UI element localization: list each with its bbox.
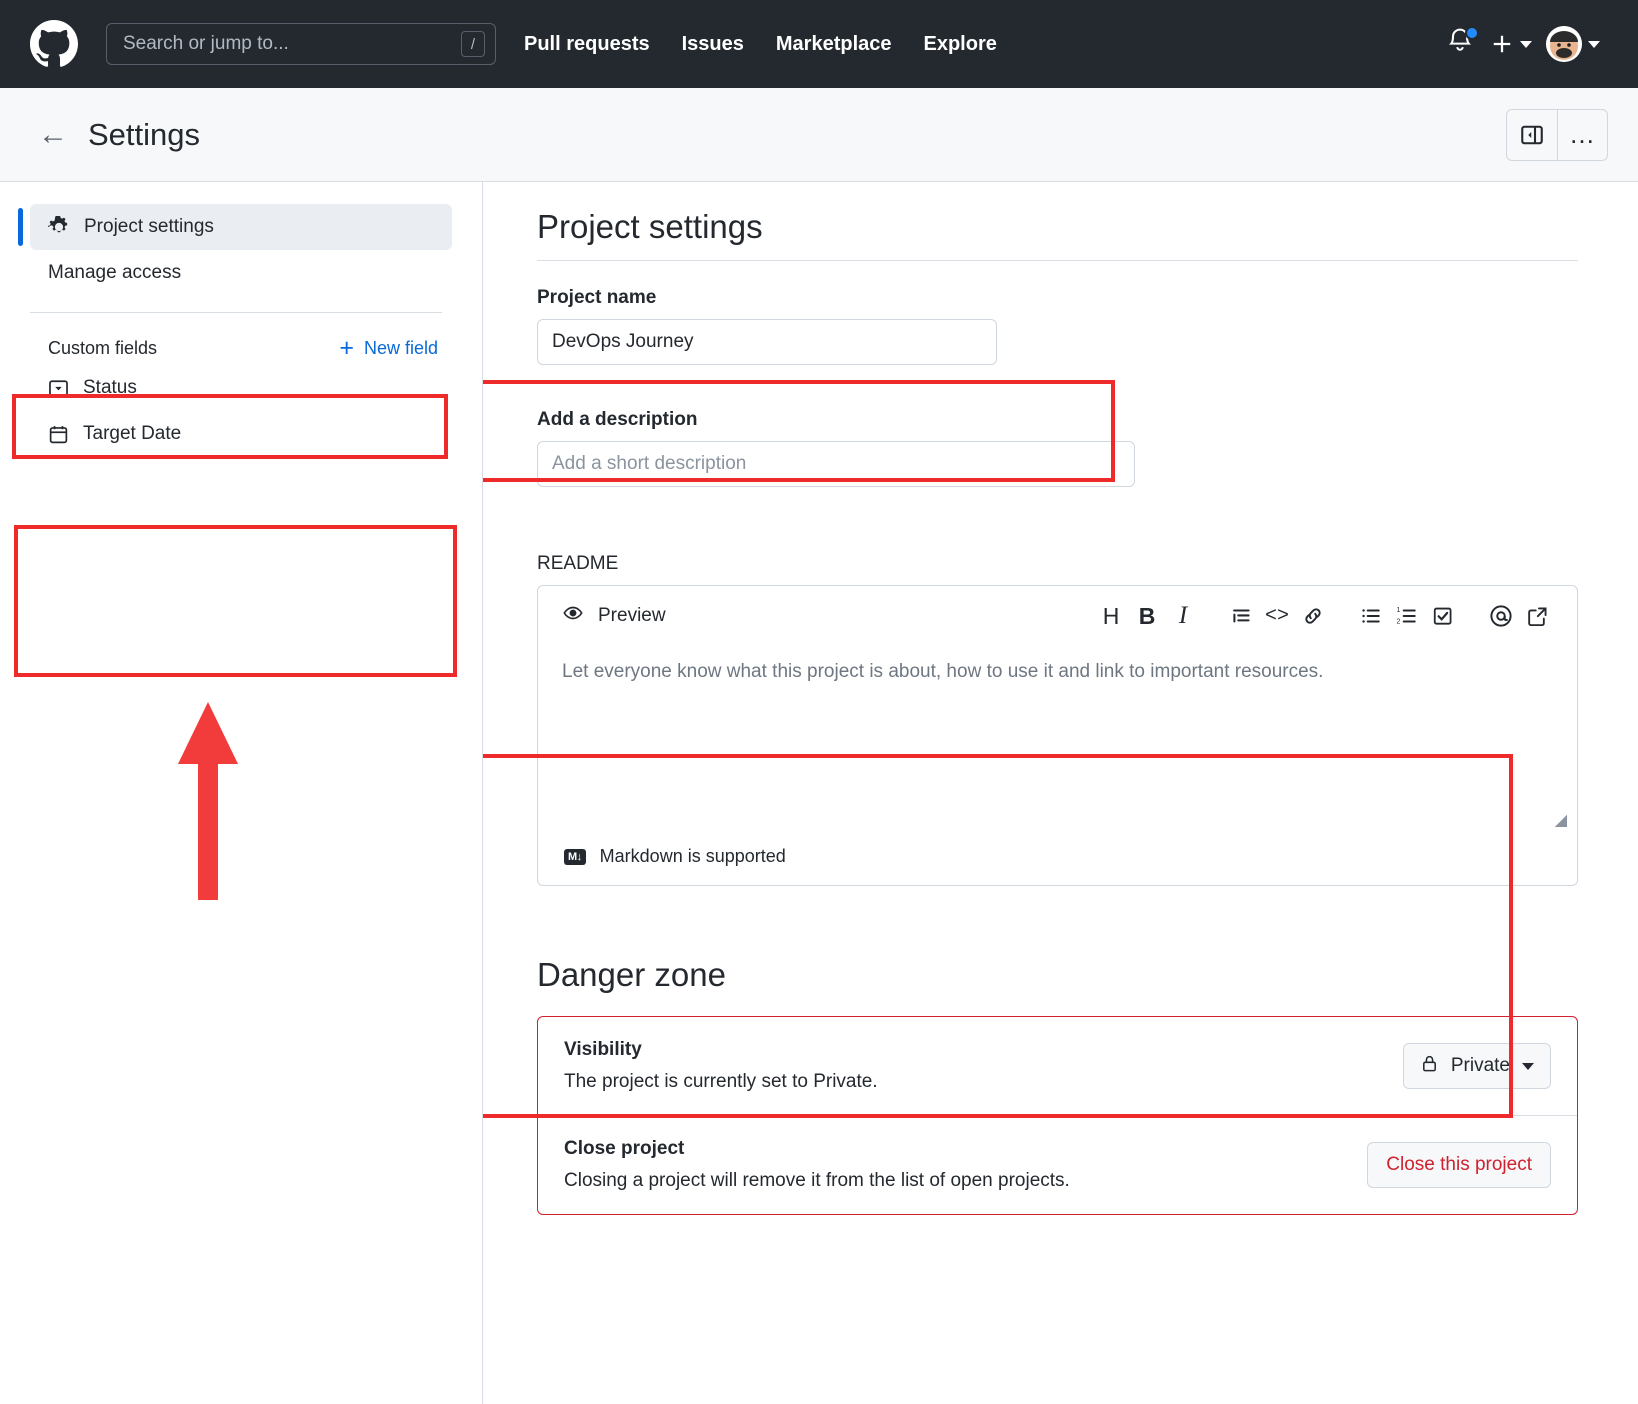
cross-reference-icon[interactable] [1519,598,1555,634]
chevron-down-icon [1588,41,1600,48]
nav-link-marketplace[interactable]: Marketplace [776,33,892,56]
danger-row-close-project: Close project Closing a project will rem… [538,1115,1577,1214]
readme-block: README Preview H B [537,553,1578,886]
page-content: Project settings Manage access Custom fi… [0,182,1638,1404]
quote-icon[interactable] [1223,598,1259,634]
sidebar-item-manage-access[interactable]: Manage access [30,250,452,296]
visibility-title: Visibility [564,1039,1403,1061]
close-project-title: Close project [564,1138,1367,1160]
visibility-description: The project is currently set to Private. [564,1071,1403,1093]
markdown-icon: M↓ [564,849,586,865]
ordered-list-icon[interactable]: 1 2 [1389,598,1425,634]
bell-icon[interactable] [1446,27,1476,61]
danger-row-visibility: Visibility The project is currently set … [538,1017,1577,1115]
settings-main: Project settings Project name Add a desc… [483,182,1638,1404]
danger-zone-box: Visibility The project is currently set … [537,1016,1578,1215]
gear-icon [48,216,70,238]
top-navbar: Search or jump to... / Pull requests Iss… [0,0,1638,88]
close-project-description: Closing a project will remove it from th… [564,1170,1367,1192]
visibility-text: Visibility The project is currently set … [564,1039,1403,1093]
new-field-button[interactable]: + New field [339,336,438,361]
custom-fields-title: Custom fields [48,338,157,359]
sidebar-expand-icon[interactable] [1507,110,1557,160]
description-label: Add a description [537,409,1578,431]
markdown-note: Markdown is supported [600,846,786,867]
custom-field-label: Status [83,377,137,399]
subheader-actions: ... [1506,109,1608,161]
nav-link-issues[interactable]: Issues [682,33,744,56]
description-block: Add a description [537,409,1578,487]
svg-text:1: 1 [1397,607,1401,614]
active-indicator [18,208,23,246]
readme-textarea[interactable]: Let everyone know what this project is a… [538,646,1577,836]
page-title: Settings [88,117,200,153]
lock-icon [1420,1054,1439,1079]
eye-icon [562,602,584,630]
preview-label: Preview [598,605,666,627]
project-name-input[interactable] [537,319,997,365]
task-list-icon[interactable] [1425,598,1461,634]
code-icon[interactable]: <> [1259,598,1295,634]
close-project-text: Close project Closing a project will rem… [564,1138,1367,1192]
overflow-menu-label: ... [1570,127,1595,143]
settings-subheader: ← Settings ... [0,88,1638,182]
custom-field-label: Target Date [83,423,181,445]
readme-placeholder: Let everyone know what this project is a… [562,658,1553,687]
annotation-box-custom-fields [14,525,457,677]
unordered-list-icon[interactable] [1353,598,1389,634]
preview-toggle[interactable]: Preview [562,602,666,630]
user-menu[interactable] [1546,26,1600,62]
markdown-toolbar-icons: H B I <> [1093,598,1555,634]
create-new-menu[interactable] [1490,32,1532,56]
close-this-project-button[interactable]: Close this project [1367,1142,1551,1188]
avatar [1546,26,1582,62]
search-shortcut-key: / [461,31,485,57]
danger-zone-heading: Danger zone [537,956,1578,994]
mention-icon[interactable] [1483,598,1519,634]
project-name-label: Project name [537,287,1578,309]
italic-icon[interactable]: I [1165,598,1201,634]
resize-handle[interactable]: ◢ [1555,810,1567,830]
visibility-dropdown-button[interactable]: Private [1403,1043,1551,1089]
chevron-down-icon [1520,41,1532,48]
readme-editor: Preview H B I [537,585,1578,886]
plus-icon: + [339,336,354,361]
new-field-label: New field [364,338,438,359]
custom-fields-header: Custom fields + New field [18,331,452,365]
single-select-icon [48,378,69,399]
sidebar-item-label: Project settings [84,216,214,238]
visibility-value: Private [1451,1055,1510,1077]
sidebar-divider [30,312,442,313]
nav-link-explore[interactable]: Explore [924,33,997,56]
settings-sidebar: Project settings Manage access Custom fi… [0,182,483,1404]
link-icon[interactable] [1295,598,1331,634]
arrow-left-icon[interactable]: ← [38,120,68,150]
github-mark-icon[interactable] [30,20,78,68]
readme-toolbar: Preview H B I [538,586,1577,646]
nav-link-pull-requests[interactable]: Pull requests [524,33,650,56]
header-button-group: ... [1506,109,1608,161]
readme-label: README [537,553,1578,575]
heading-icon[interactable]: H [1093,598,1129,634]
search-input[interactable]: Search or jump to... / [106,23,496,65]
sidebar-item-label: Manage access [48,262,181,284]
calendar-icon [48,424,69,445]
search-placeholder: Search or jump to... [123,33,461,55]
svg-text:2: 2 [1397,619,1401,626]
project-name-block: Project name [537,287,1578,365]
main-heading: Project settings [537,208,1578,261]
custom-field-status[interactable]: Status [18,365,452,411]
custom-field-target-date[interactable]: Target Date [18,411,452,457]
sidebar-item-project-settings[interactable]: Project settings [30,204,452,250]
kebab-horizontal-icon[interactable]: ... [1557,110,1607,160]
nav-right-group [1446,26,1608,62]
bold-icon[interactable]: B [1129,598,1165,634]
pointer-arrow-up-icon [170,702,250,902]
chevron-down-icon [1522,1063,1534,1070]
description-input[interactable] [537,441,1135,487]
notification-dot [1465,26,1479,40]
primary-nav: Pull requests Issues Marketplace Explore [524,33,997,56]
readme-footer: M↓ Markdown is supported [538,836,1577,885]
